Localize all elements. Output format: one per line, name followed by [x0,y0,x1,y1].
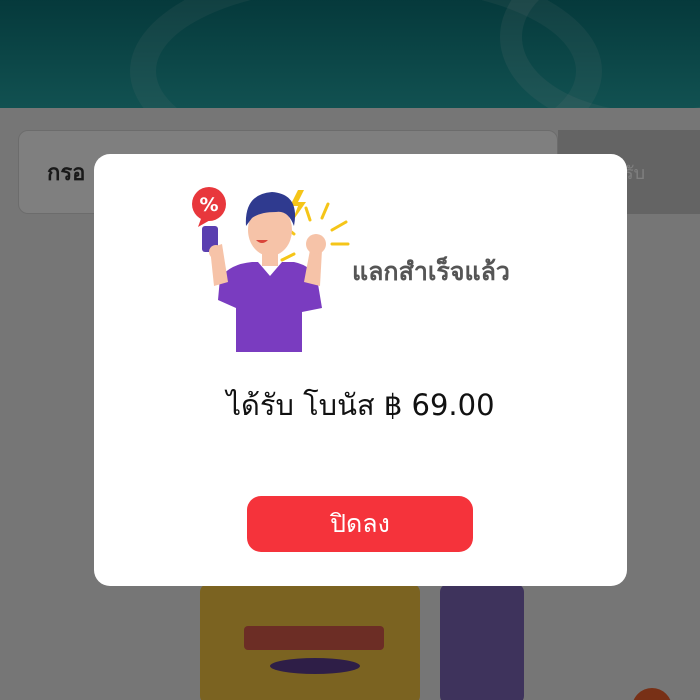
currency-symbol: ฿ [383,388,403,422]
success-dialog: % แลกสำเร็จแล้ว ได้รับ โบนัส ฿ 69.00 ปิด… [94,154,627,586]
close-button[interactable]: ปิดลง [247,496,473,552]
success-title: แลกสำเร็จแล้ว [352,257,510,286]
bonus-amount: 69.00 [411,388,495,422]
percent-badge-icon: % [192,187,226,227]
bonus-amount-line: ได้รับ โบนัส ฿ 69.00 [94,382,627,428]
celebration-illustration: % [192,187,350,352]
svg-text:%: % [199,194,218,216]
bonus-label: ได้รับ โบนัส [226,388,375,422]
screen: รับ % [0,0,700,700]
